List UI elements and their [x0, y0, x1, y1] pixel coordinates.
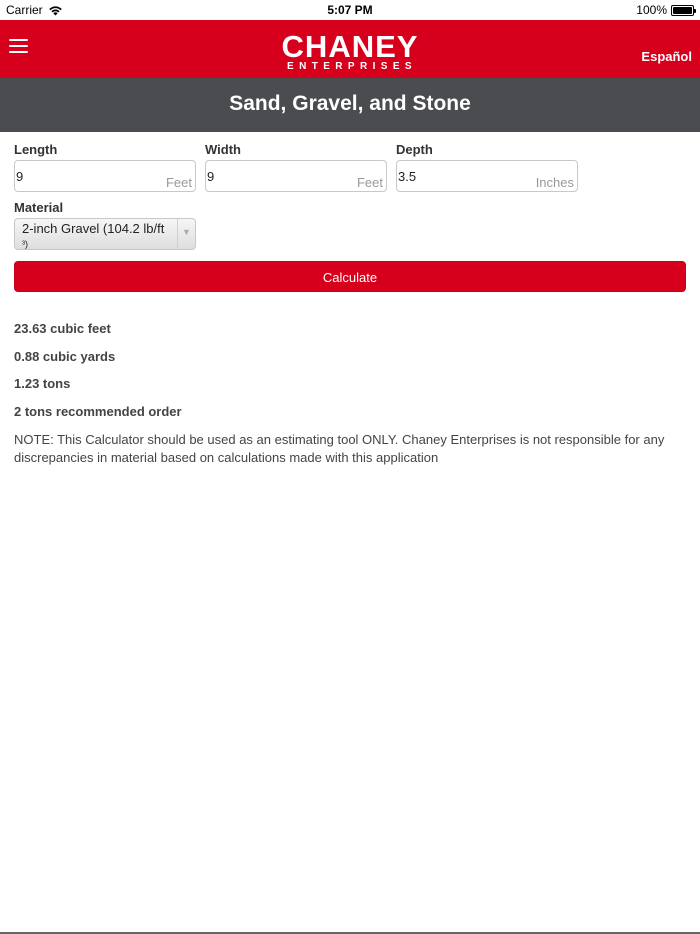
status-right: 100% — [636, 3, 696, 17]
result-cubic-yards: 0.88 cubic yards — [14, 348, 116, 364]
width-input[interactable]: 9 Feet — [205, 160, 387, 192]
logo-sub-text: ENTERPRISES — [287, 61, 417, 72]
length-input[interactable]: 9 Feet — [14, 160, 196, 192]
depth-field: Depth 3.5 Inches — [396, 142, 578, 192]
length-label: Length — [14, 142, 58, 157]
material-select[interactable]: 2-inch Gravel (104.2 lb/ft ³) ▼ — [14, 218, 196, 250]
length-unit: Feet — [165, 175, 192, 190]
disclaimer-note: NOTE: This Calculator should be used as … — [14, 432, 665, 465]
app-header: CHANEY ENTERPRISES Español — [0, 20, 700, 78]
result-tons: 1.23 tons — [14, 376, 71, 391]
status-bar: Carrier 5:07 PM 100% — [0, 0, 700, 20]
battery-percent: 100% — [636, 3, 667, 17]
language-toggle-link[interactable]: Español — [641, 49, 692, 64]
battery-icon — [671, 4, 696, 16]
calculate-button[interactable]: Calculate — [14, 261, 686, 292]
title-bar: Sand, Gravel, and Stone — [0, 78, 700, 132]
material-label: Material — [14, 200, 64, 215]
result-recommended-order: 2 tons recommended order — [14, 403, 182, 419]
depth-unit: Inches — [535, 175, 574, 190]
results-section: 23.63 cubic feet 0.88 cubic yards 1.23 t… — [14, 321, 690, 467]
chevron-down-icon[interactable]: ▼ — [177, 219, 195, 249]
chaney-logo: CHANEY ENTERPRISES — [0, 29, 700, 73]
page-title: Sand, Gravel, and Stone — [229, 92, 471, 115]
status-time: 5:07 PM — [327, 3, 373, 17]
material-selected-line1: 2-inch Gravel (104.2 lb/ft — [22, 221, 165, 236]
width-value: 9 — [207, 169, 215, 184]
depth-value: 3.5 — [398, 169, 417, 184]
width-label: Width — [205, 142, 241, 157]
depth-input[interactable]: 3.5 Inches — [396, 160, 578, 192]
length-field: Length 9 Feet — [14, 142, 196, 192]
result-cubic-feet: 23.63 cubic feet — [14, 321, 111, 336]
logo-main-text: CHANEY — [281, 29, 419, 64]
material-selected-value: 2-inch Gravel (104.2 lb/ft ³) — [22, 222, 172, 251]
width-unit: Feet — [356, 175, 383, 190]
material-field: Material 2-inch Gravel (104.2 lb/ft ³) ▼ — [14, 200, 196, 250]
depth-label: Depth — [396, 142, 433, 157]
material-selected-line2: ³) — [22, 239, 28, 249]
width-field: Width 9 Feet — [205, 142, 387, 192]
length-value: 9 — [16, 169, 24, 184]
